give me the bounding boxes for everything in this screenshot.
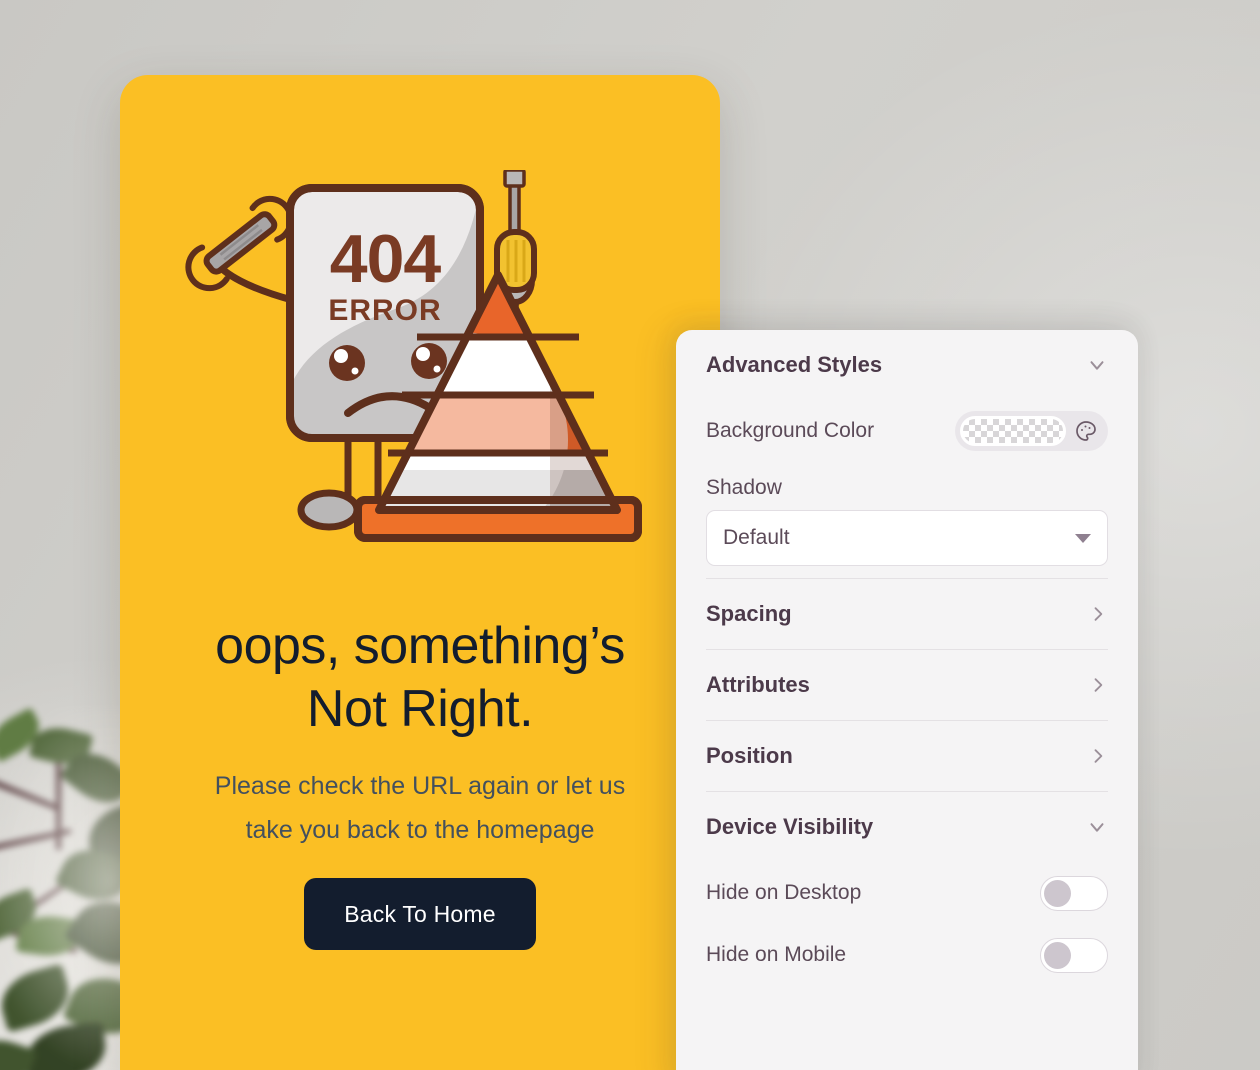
section-row-position[interactable]: Position <box>706 721 1108 791</box>
shadow-select[interactable]: Default <box>706 510 1108 566</box>
position-label: Position <box>706 743 793 768</box>
error-headline: oops, something’s Not Right. <box>160 615 680 742</box>
error-illustration: 404 ERROR <box>120 168 720 660</box>
chevron-down-icon[interactable] <box>1086 354 1108 376</box>
chevron-right-icon[interactable] <box>1088 675 1108 695</box>
shadow-field: Shadow Default <box>706 476 1108 566</box>
toggle-knob <box>1044 941 1071 969</box>
background-color-field[interactable] <box>955 411 1108 451</box>
hide-on-mobile-row: Hide on Mobile <box>706 924 1108 986</box>
spacing-label: Spacing <box>706 601 792 626</box>
svg-text:ERROR: ERROR <box>328 294 441 327</box>
chevron-right-icon[interactable] <box>1088 604 1108 624</box>
hide-on-desktop-label: Hide on Desktop <box>706 881 862 904</box>
hide-on-mobile-toggle[interactable] <box>1040 937 1108 973</box>
background-color-label: Background Color <box>706 419 875 442</box>
headline-line-2: Not Right. <box>306 680 534 739</box>
advanced-styles-panel: Advanced Styles Background Color Shadow … <box>676 330 1138 1070</box>
shadow-label: Shadow <box>706 476 782 499</box>
attributes-label: Attributes <box>706 672 810 697</box>
device-visibility-section-header[interactable]: Device Visibility <box>706 792 1108 862</box>
hide-on-mobile-label: Hide on Mobile <box>706 943 847 966</box>
error-page-card: 404 ERROR oops, something’s Not Right. P… <box>120 75 720 1070</box>
toggle-knob <box>1044 879 1071 907</box>
color-swatch[interactable] <box>960 416 1066 446</box>
headline-line-1: oops, something’s <box>215 617 625 675</box>
section-row-attributes[interactable]: Attributes <box>706 650 1108 720</box>
caret-down-icon[interactable] <box>1075 533 1091 543</box>
error-subtext: Please check the URL again or let us tak… <box>180 765 660 853</box>
advanced-styles-title: Advanced Styles <box>706 352 883 377</box>
advanced-styles-section-header[interactable]: Advanced Styles <box>706 330 1108 400</box>
svg-text:404: 404 <box>330 221 442 297</box>
hide-on-desktop-row: Hide on Desktop <box>706 862 1108 924</box>
subtext-line-1: Please check the URL again or let us <box>214 772 626 800</box>
hide-on-desktop-toggle[interactable] <box>1040 875 1108 911</box>
shadow-select-value: Default <box>723 526 790 549</box>
chevron-down-icon[interactable] <box>1086 816 1108 838</box>
palette-icon[interactable] <box>1074 419 1098 443</box>
subtext-line-2: take you back to the homepage <box>245 815 595 844</box>
section-row-spacing[interactable]: Spacing <box>706 579 1108 649</box>
back-to-home-button[interactable]: Back To Home <box>304 878 536 950</box>
device-visibility-title: Device Visibility <box>706 814 874 839</box>
background-color-row: Background Color <box>706 400 1108 462</box>
chevron-right-icon[interactable] <box>1088 746 1108 766</box>
screenshot-stage: 404 ERROR oops, something’s Not Right. P… <box>0 0 1260 1070</box>
